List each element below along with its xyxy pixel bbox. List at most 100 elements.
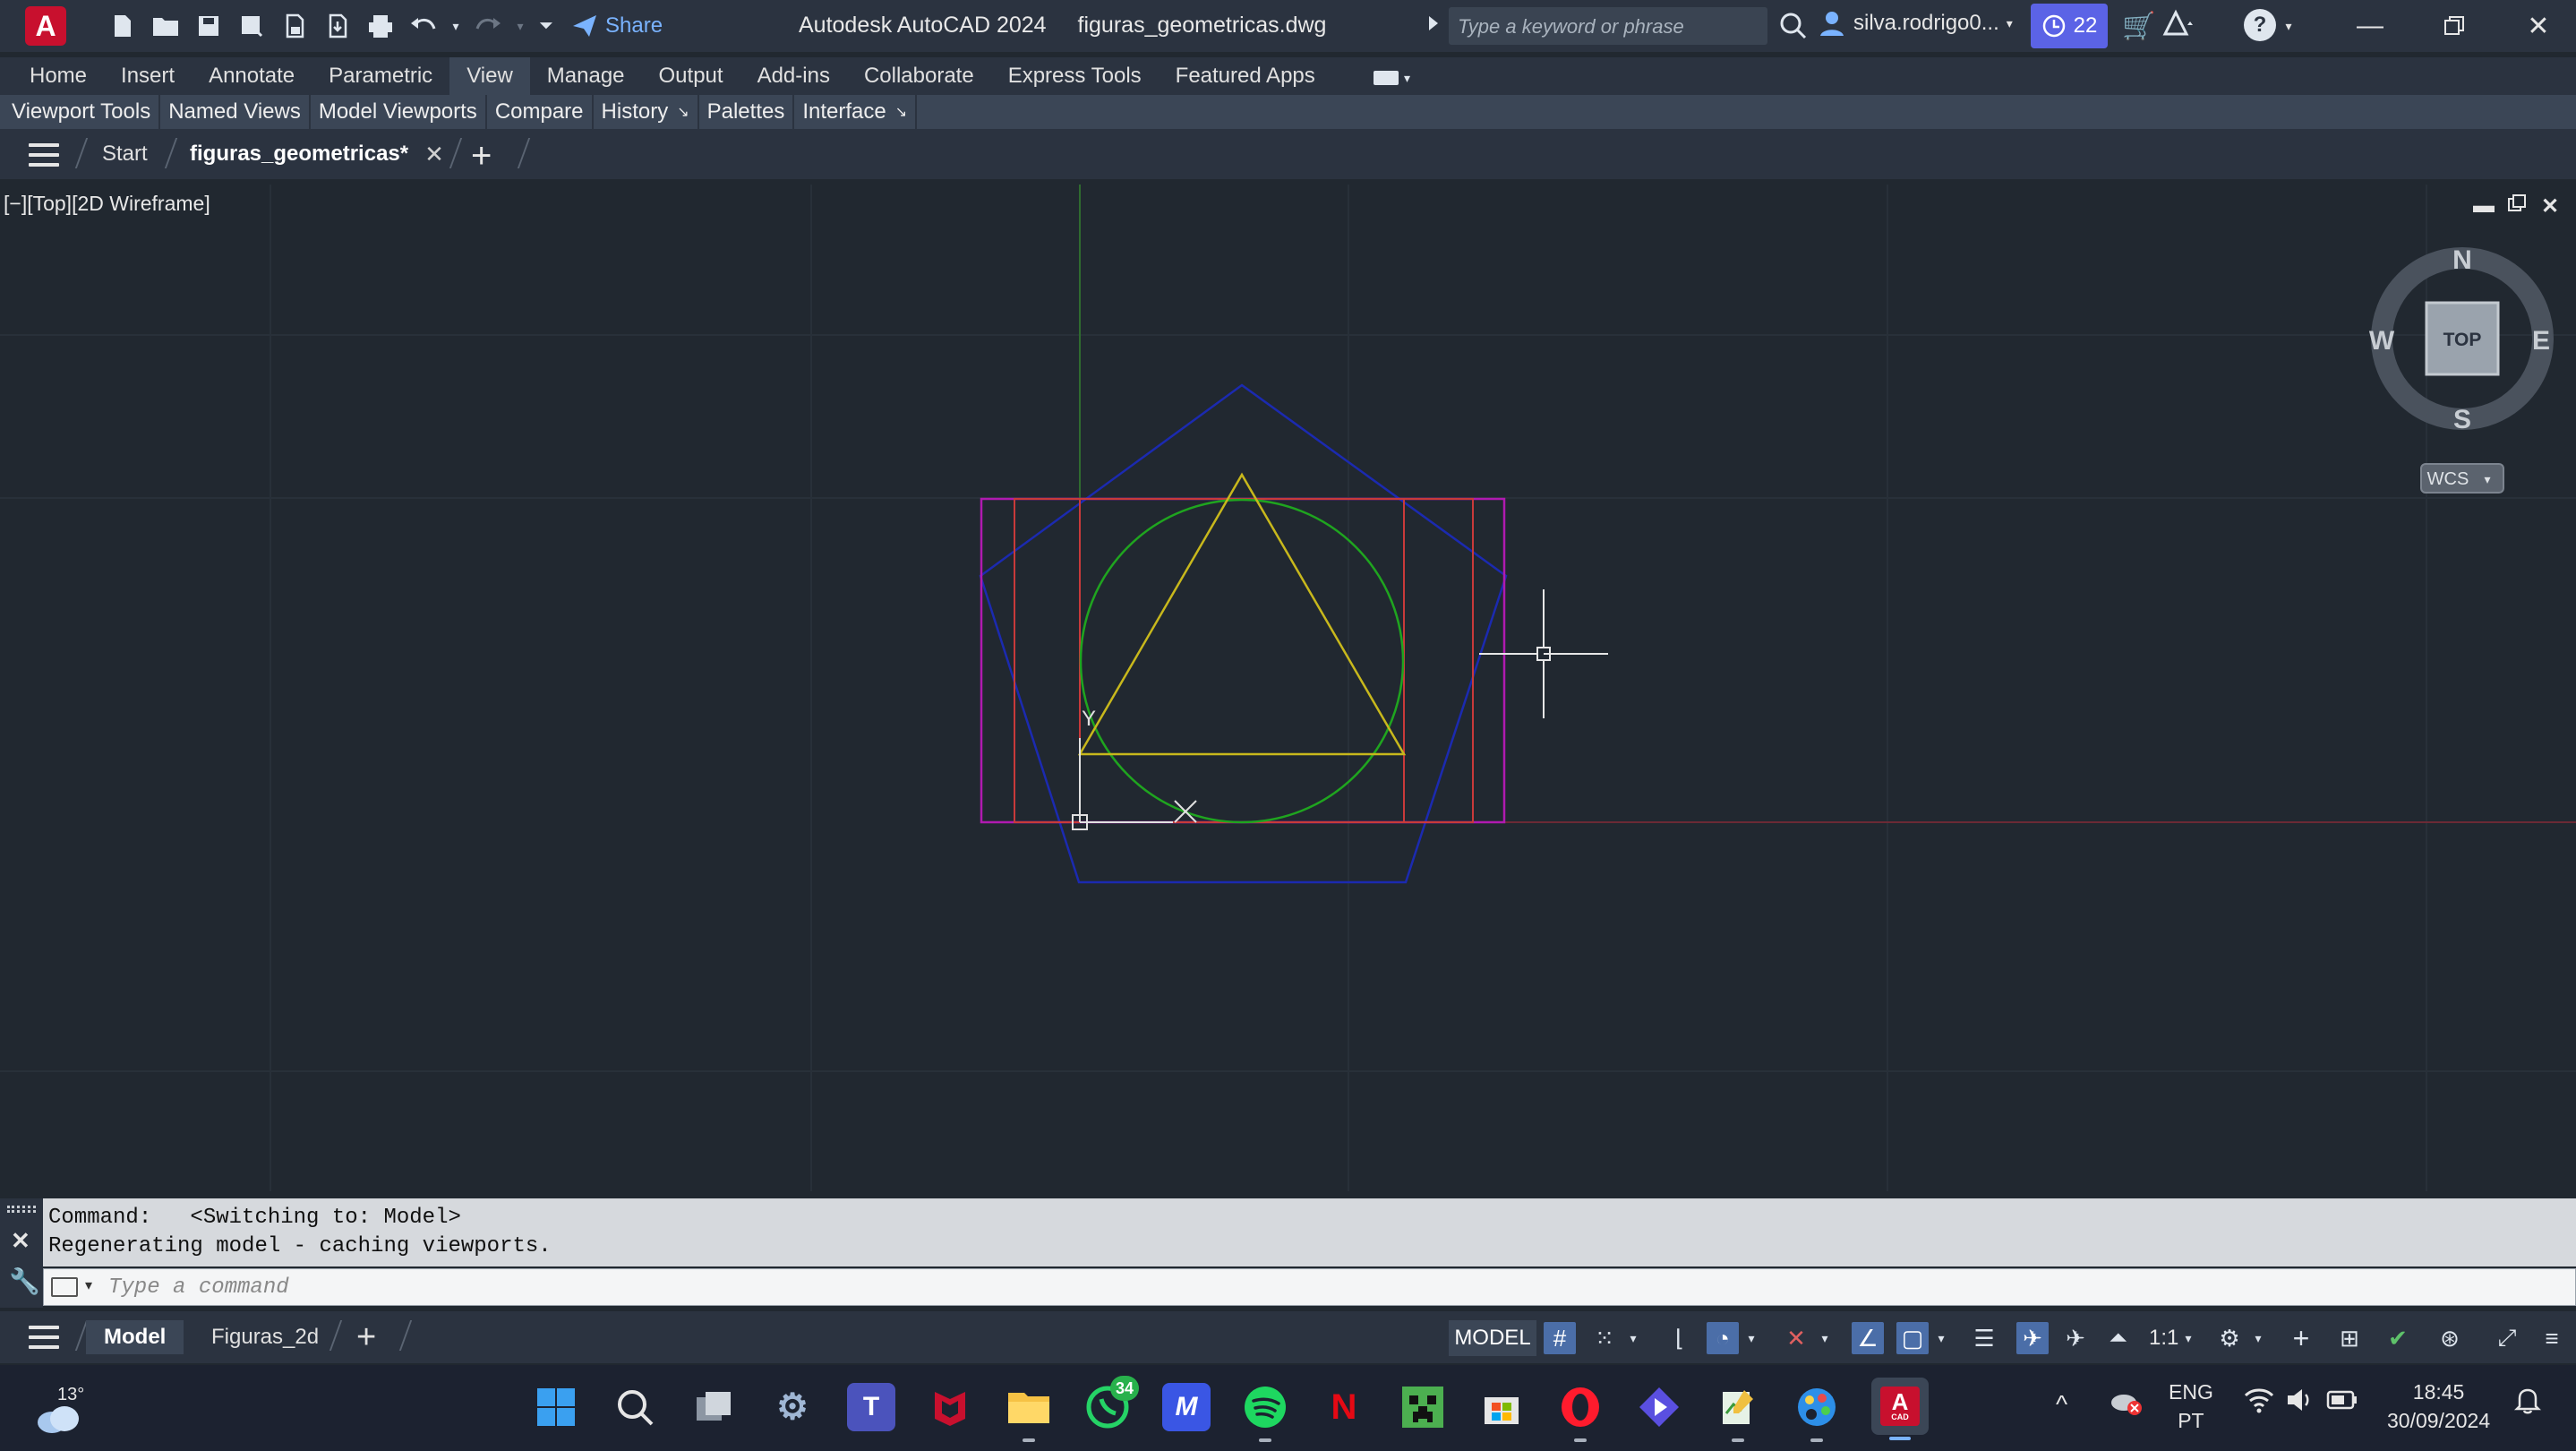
infer-constraints-icon[interactable]: ⌊	[1664, 1322, 1696, 1354]
spotify-app-icon[interactable]	[1241, 1383, 1289, 1442]
workspace-dropdown-icon[interactable]: ▾	[2249, 1322, 2267, 1354]
open-folder-icon[interactable]	[149, 9, 183, 43]
ribbon-tab-add-ins[interactable]: Add-ins	[740, 57, 847, 95]
trial-days-badge[interactable]: 22	[2031, 4, 2108, 48]
whatsapp-app-icon[interactable]: 34	[1083, 1376, 1139, 1431]
ribbon-tab-output[interactable]: Output	[642, 57, 740, 95]
triangle-shape[interactable]	[1077, 472, 1407, 756]
plot-icon[interactable]	[364, 9, 398, 43]
netflix-app-icon[interactable]: N	[1320, 1383, 1368, 1431]
language-indicator[interactable]: ENG PT	[2169, 1378, 2213, 1435]
model-space[interactable]: Y TOP N S E W WCS ▾	[0, 185, 2576, 1191]
save-as-icon[interactable]	[235, 9, 269, 43]
viewcube[interactable]: TOP N S E W	[2369, 245, 2554, 434]
tab-start[interactable]: Start	[102, 136, 148, 172]
paint-app-icon[interactable]	[1793, 1383, 1841, 1442]
customize-qat-icon[interactable]: ⏷	[535, 9, 557, 43]
ucs-menu-button[interactable]: WCS ▾	[2420, 463, 2504, 494]
command-input[interactable]: ▾ Type a command	[43, 1268, 2576, 1306]
snap-dropdown-icon[interactable]: ▾	[1624, 1322, 1642, 1354]
ribbon-tab-express-tools[interactable]: Express Tools	[991, 57, 1159, 95]
layout-tabs-menu-icon[interactable]	[29, 1326, 59, 1349]
command-prompt-icon[interactable]	[51, 1277, 78, 1297]
viewcube-top-face[interactable]: TOP	[2443, 330, 2482, 350]
new-layout-icon[interactable]: +	[356, 1318, 376, 1356]
command-line-close-icon[interactable]: ✕	[11, 1227, 30, 1255]
annotation-scale-value[interactable]: 1:1	[2149, 1326, 2178, 1351]
object-snap-icon[interactable]: ▢	[1896, 1322, 1929, 1354]
opera-browser-icon[interactable]	[1556, 1383, 1605, 1442]
redo-icon[interactable]	[471, 9, 505, 43]
undo-icon[interactable]	[407, 9, 441, 43]
volume-icon[interactable]	[2285, 1387, 2314, 1419]
minimize-button[interactable]: —	[2339, 5, 2401, 47]
annotation-scale-icon[interactable]: ⏶	[2102, 1322, 2135, 1354]
cart-icon[interactable]: 🛒	[2122, 11, 2155, 42]
panel-palettes[interactable]: Palettes	[699, 95, 795, 129]
file-explorer-icon[interactable]	[1005, 1383, 1053, 1442]
battery-icon[interactable]	[2326, 1388, 2358, 1417]
redo-dropdown-icon[interactable]: ▾	[514, 9, 526, 43]
autocad-app-menu-button[interactable]: A	[25, 6, 66, 46]
viewport-controls[interactable]: [−][Top][2D Wireframe]	[4, 192, 210, 216]
autodesk-app-store-icon[interactable]	[2161, 9, 2197, 47]
close-window-button[interactable]: ✕	[2507, 5, 2570, 47]
new-drawing-tab-icon[interactable]: +	[471, 136, 492, 176]
ribbon-tab-annotate[interactable]: Annotate	[192, 57, 312, 95]
open-from-web-icon[interactable]	[278, 9, 312, 43]
viewport-minimize-icon[interactable]: ▬	[2473, 193, 2495, 219]
microsoft-store-icon[interactable]	[1477, 1383, 1526, 1431]
share-button[interactable]: Share	[571, 13, 663, 39]
panel-model-viewports[interactable]: Model Viewports	[311, 95, 487, 129]
tab-active-drawing[interactable]: figuras_geometricas* ✕	[190, 136, 444, 172]
windows-search-icon[interactable]	[611, 1383, 659, 1431]
undo-dropdown-icon[interactable]: ▾	[449, 9, 462, 43]
panel-compare[interactable]: Compare	[487, 95, 594, 129]
clean-screen-icon[interactable]: ⤢	[2491, 1322, 2523, 1354]
panel-named-views[interactable]: Named Views	[160, 95, 311, 129]
compass-east[interactable]: E	[2532, 326, 2550, 356]
ribbon-tab-featured-apps[interactable]: Featured Apps	[1159, 57, 1332, 95]
customize-status-bar-icon[interactable]: ≡	[2536, 1322, 2568, 1354]
show-hidden-icons-chevron[interactable]: ^	[2056, 1390, 2067, 1419]
units-icon[interactable]: ⊞	[2333, 1322, 2366, 1354]
search-icon[interactable]	[1778, 11, 1809, 41]
workspace-gear-icon[interactable]: ⚙	[2213, 1322, 2246, 1354]
compass-west[interactable]: W	[2369, 326, 2395, 356]
circle-shape[interactable]	[1079, 498, 1405, 824]
object-snap-dropdown-icon[interactable]: ▾	[1932, 1322, 1950, 1354]
ribbon-tab-parametric[interactable]: Parametric	[312, 57, 449, 95]
panel-launcher-icon[interactable]: ↘	[677, 103, 689, 121]
panel-history[interactable]: History ↘	[594, 95, 699, 129]
outer-rectangle-shape[interactable]	[980, 497, 1506, 824]
compass-south[interactable]: S	[2453, 405, 2471, 434]
ribbon-minimize-toggle[interactable]: ▾	[1374, 68, 1418, 88]
lineweight-icon[interactable]: ☰	[1968, 1322, 2000, 1354]
drawing-canvas[interactable]: Y TOP N S E W WCS ▾ [−][Top][2D Wirefram…	[0, 185, 2576, 1191]
restore-button[interactable]	[2423, 5, 2486, 47]
annotation-monitor-icon[interactable]: +	[2285, 1322, 2317, 1354]
wifi-icon[interactable]	[2244, 1387, 2274, 1420]
graphics-performance-icon[interactable]: ⊛	[2434, 1322, 2466, 1354]
windows-start-icon[interactable]	[532, 1383, 580, 1431]
mcafee-app-icon[interactable]	[926, 1383, 974, 1431]
ribbon-tab-insert[interactable]: Insert	[104, 57, 192, 95]
recent-commands-dropdown-icon[interactable]: ▾	[85, 1276, 92, 1294]
auto-scale-icon[interactable]: ✈	[2059, 1322, 2092, 1354]
command-line-grip-icon[interactable]	[7, 1206, 36, 1213]
ribbon-tab-view[interactable]: View	[449, 57, 530, 95]
layout-tab-figuras-2d[interactable]: Figuras_2d	[211, 1320, 319, 1354]
panel-viewport-tools[interactable]: Viewport Tools	[4, 95, 161, 129]
annotation-visibility-icon[interactable]: ✈	[2016, 1322, 2049, 1354]
autodesk-access-icon[interactable]: M	[1162, 1383, 1211, 1431]
ribbon-tab-manage[interactable]: Manage	[530, 57, 642, 95]
user-account-menu[interactable]: silva.rodrigo0... ▾	[1818, 9, 2013, 38]
layout-tab-model[interactable]: Model	[86, 1320, 184, 1354]
panel-launcher-icon[interactable]: ↘	[895, 103, 907, 121]
ribbon-tab-home[interactable]: Home	[13, 57, 104, 95]
command-line-customize-icon[interactable]: 🔧	[9, 1266, 40, 1296]
media-player-icon[interactable]	[1635, 1383, 1683, 1431]
viewport-restore-icon[interactable]	[2507, 193, 2527, 219]
ortho-polar-icon[interactable]: ◔	[1707, 1322, 1739, 1354]
file-tabs-menu-icon[interactable]	[29, 143, 59, 167]
